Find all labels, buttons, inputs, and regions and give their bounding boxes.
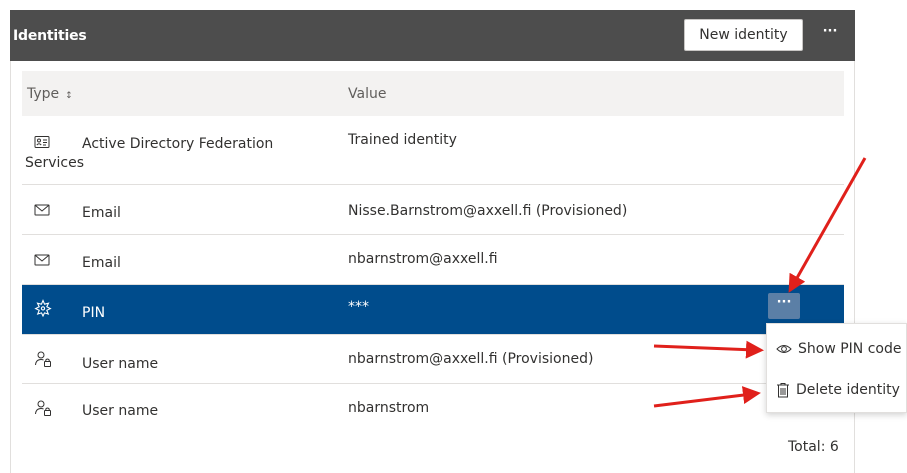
value-text: Trained identity [348,132,457,148]
sort-icon: ↕ [65,91,73,101]
new-identity-button[interactable]: New identity [684,19,803,51]
column-header-type[interactable]: Type ↕ [27,86,73,102]
column-header-value[interactable]: Value [348,86,386,102]
mail-icon [34,204,50,216]
panel-title: Identities [13,28,87,44]
type-label: Email [82,205,121,221]
table-row[interactable]: Email Nisse.Barnstrom@axxell.fi (Provisi… [22,185,844,235]
pin-icon [34,299,52,317]
total-count: Total: 6 [788,439,839,455]
user-lock-icon [35,400,51,416]
delete-identity-menu-item[interactable]: Delete identity [767,370,907,410]
trash-icon [777,383,789,398]
menu-item-label: Delete identity [796,382,900,398]
type-label: Active Directory Federation [82,136,274,152]
value-text: Nisse.Barnstrom@axxell.fi (Provisioned) [348,203,628,219]
row-context-menu: Show PIN code Delete identity [766,323,907,413]
menu-item-label: Show PIN code [798,341,902,357]
row-more-button[interactable]: ··· [768,293,800,319]
table-row[interactable]: Active Directory Federation Services Tra… [22,116,844,185]
eye-icon [776,345,792,353]
value-text: nbarnstrom@axxell.fi (Provisioned) [348,351,594,367]
table-row[interactable]: Email nbarnstrom@axxell.fi [22,235,844,285]
user-lock-icon [35,351,51,367]
table-row-selected[interactable]: PIN *** ··· [22,285,844,335]
header-more-button[interactable]: ··· [820,25,840,45]
type-label: User name [82,403,159,419]
value-text: nbarnstrom [348,400,430,416]
table-header-row: Type ↕ Value [22,71,844,116]
type-label: PIN [82,305,106,321]
table-row[interactable]: User name nbarnstrom [22,384,844,433]
id-card-icon [34,136,50,148]
type-label: Email [82,255,121,271]
type-label: User name [82,356,159,372]
show-pin-code-menu-item[interactable]: Show PIN code [767,329,907,369]
value-text: nbarnstrom@axxell.fi [348,251,498,267]
mail-icon [34,254,50,266]
type-label-continued: Services [25,155,85,171]
panel-header: Identities New identity ··· [10,10,855,61]
value-text: *** [348,299,369,315]
table-row[interactable]: User name nbarnstrom@axxell.fi (Provisio… [22,335,844,384]
